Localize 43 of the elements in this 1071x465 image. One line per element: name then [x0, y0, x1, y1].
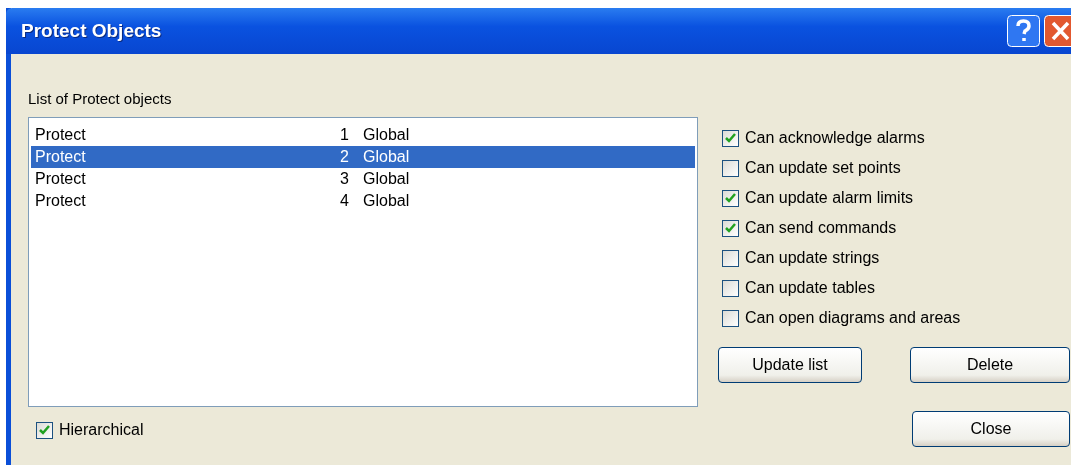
object-scope: Global — [363, 192, 411, 210]
checkbox-label: Can update alarm limits — [745, 189, 914, 207]
object-number: 2 — [339, 148, 349, 166]
list-row[interactable]: Protect 3 Global — [31, 168, 695, 190]
checkbox-label: Can open diagrams and areas — [745, 309, 961, 327]
checkbox[interactable] — [722, 309, 739, 327]
checkbox[interactable] — [722, 279, 739, 297]
object-number: 3 — [339, 170, 349, 188]
close-button[interactable]: Close — [912, 411, 1070, 447]
checkbox[interactable] — [36, 421, 53, 439]
checkmark-icon — [725, 223, 736, 233]
help-icon[interactable] — [1007, 15, 1040, 47]
object-name: Protect — [35, 126, 87, 144]
checkbox[interactable] — [722, 159, 739, 177]
object-number: 1 — [339, 126, 349, 144]
list-label: List of Protect objects — [28, 90, 172, 107]
checkbox[interactable] — [722, 219, 739, 237]
object-scope: Global — [363, 148, 411, 166]
checkbox-label: Can acknowledge alarms — [745, 129, 925, 147]
checkbox-label: Can send commands — [745, 219, 897, 237]
object-name: Protect — [35, 192, 87, 210]
checkbox[interactable] — [722, 189, 739, 207]
dialog-button[interactable]: Delete — [910, 347, 1070, 383]
checkbox-label: Can update tables — [745, 279, 875, 297]
checkmark-icon — [39, 425, 50, 435]
object-scope: Global — [363, 126, 411, 144]
checkbox-label: Can update set points — [745, 159, 901, 177]
dialog-button[interactable]: Update list — [718, 347, 862, 383]
checkbox-label: Can update strings — [745, 249, 880, 267]
object-name: Protect — [35, 170, 87, 188]
checkmark-icon — [725, 133, 736, 143]
checkmark-icon — [725, 193, 736, 203]
object-name: Protect — [35, 148, 87, 166]
list-row[interactable]: Protect 2 Global — [31, 146, 695, 168]
checkbox[interactable] — [722, 129, 739, 147]
window-title: Protect Objects — [21, 20, 162, 42]
object-number: 4 — [339, 192, 349, 210]
checkbox-label: Hierarchical — [59, 421, 144, 439]
object-scope: Global — [363, 170, 411, 188]
close-icon[interactable] — [1044, 15, 1071, 47]
list-row[interactable]: Protect 4 Global — [31, 190, 695, 212]
list-row[interactable]: Protect 1 Global — [31, 124, 695, 146]
checkbox[interactable] — [722, 249, 739, 267]
